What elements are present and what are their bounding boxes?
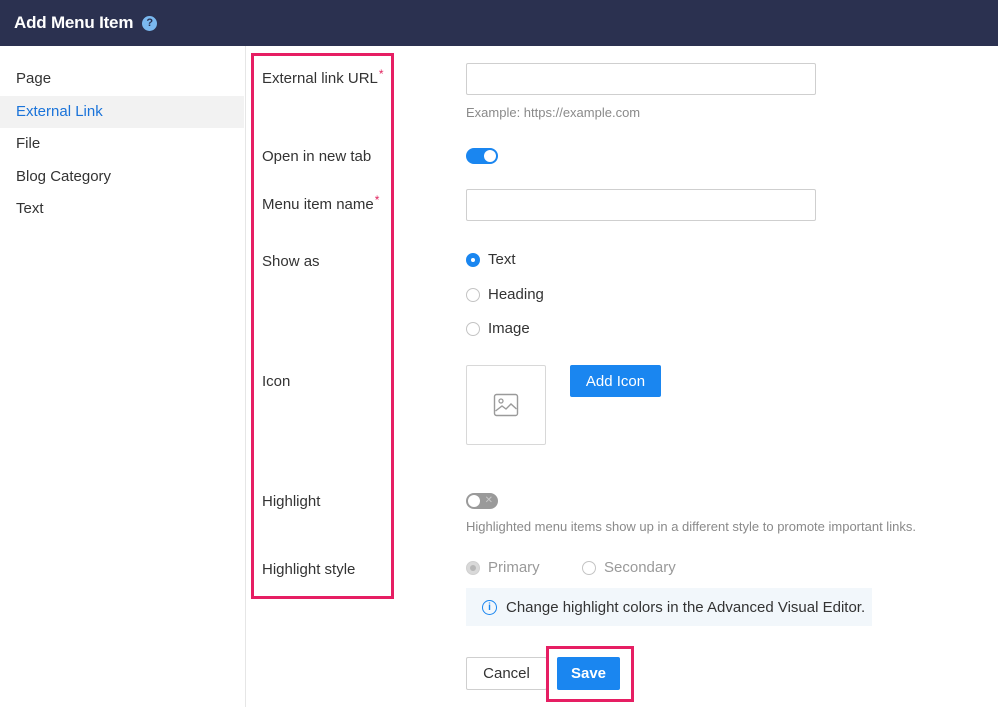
show-as-option-heading[interactable]: Heading <box>466 286 544 303</box>
labels-annotation-box <box>251 53 394 599</box>
highlight-toggle[interactable]: ✕ <box>466 493 498 509</box>
radio-unchecked-disabled[interactable] <box>582 560 596 575</box>
radio-unchecked[interactable] <box>466 287 480 302</box>
sidebar-item-text[interactable]: Text <box>0 193 245 226</box>
toggle-knob <box>468 495 480 507</box>
save-annotation-box <box>546 646 634 702</box>
show-as-option-text[interactable]: Text <box>466 251 516 268</box>
highlight-style-option-label: Secondary <box>604 559 676 576</box>
help-icon[interactable]: ? <box>142 15 158 31</box>
page-title: Add Menu Item <box>14 13 134 32</box>
highlight-info-banner: i Change highlight colors in the Advance… <box>466 588 872 626</box>
radio-checked[interactable] <box>466 252 480 267</box>
highlight-info-text: Change highlight colors in the Advanced … <box>506 598 866 616</box>
external-url-hint: Example: https://example.com <box>466 105 641 120</box>
sidebar-item-file[interactable]: File <box>0 128 245 161</box>
sidebar: Page External Link File Blog Category Te… <box>0 46 246 707</box>
sidebar-item-external-link[interactable]: External Link <box>0 95 244 128</box>
show-as-option-label: Image <box>488 320 530 337</box>
sidebar-item-page[interactable]: Page <box>0 63 245 96</box>
toggle-off-icon: ✕ <box>484 495 493 506</box>
sidebar-item-blog-category[interactable]: Blog Category <box>0 161 245 194</box>
toggle-knob <box>484 150 496 162</box>
icon-preview[interactable] <box>466 365 546 445</box>
highlight-hint: Highlighted menu items show up in a diff… <box>466 519 916 534</box>
radio-unchecked[interactable] <box>466 321 480 336</box>
image-placeholder-icon <box>493 393 519 417</box>
menu-item-name-input[interactable] <box>466 189 816 221</box>
add-icon-button[interactable]: Add Icon <box>570 365 661 397</box>
show-as-option-label: Text <box>488 251 516 268</box>
highlight-style-option-label: Primary <box>488 559 540 576</box>
open-new-tab-toggle[interactable] <box>466 148 498 164</box>
show-as-option-image[interactable]: Image <box>466 320 530 337</box>
info-icon: i <box>482 599 497 615</box>
header-bar: Add Menu Item ? <box>0 0 998 46</box>
cancel-button[interactable]: Cancel <box>466 657 547 690</box>
highlight-style-option-secondary[interactable]: Secondary <box>582 559 676 576</box>
show-as-option-label: Heading <box>488 286 544 303</box>
radio-checked-disabled[interactable] <box>466 560 480 575</box>
highlight-style-option-primary[interactable]: Primary <box>466 559 540 576</box>
external-url-input[interactable] <box>466 63 816 95</box>
